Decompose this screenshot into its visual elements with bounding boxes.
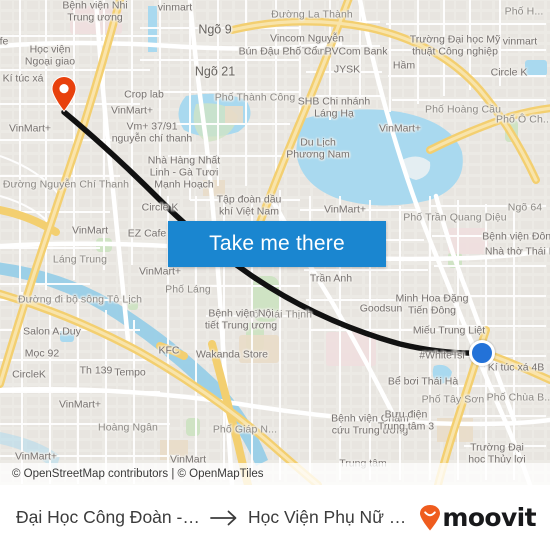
map-attribution[interactable]: © OpenStreetMap contributors | © OpenMap… bbox=[0, 463, 550, 485]
moovit-wordmark: moovit bbox=[442, 503, 536, 532]
moovit-logo[interactable]: moovit bbox=[419, 503, 537, 532]
moovit-trip-screen: Bệnh viện Nhi Trung ương vinmart Đường La … bbox=[0, 0, 550, 550]
destination-dot-icon[interactable] bbox=[469, 340, 495, 366]
trip-destination-label[interactable]: Học Viện Phụ Nữ Việ... bbox=[248, 507, 411, 528]
arrow-right-icon bbox=[210, 510, 240, 526]
trip-origin-label[interactable]: Đại Học Công Đoàn - 169 T... bbox=[16, 507, 202, 528]
map-canvas[interactable]: Bệnh viện Nhi Trung ương vinmart Đường La … bbox=[0, 0, 550, 485]
moovit-pin-icon bbox=[419, 504, 441, 531]
take-me-there-button[interactable]: Take me there bbox=[168, 221, 386, 267]
trip-summary-bar: Đại Học Công Đoàn - 169 T... Học Viện Ph… bbox=[0, 485, 550, 550]
